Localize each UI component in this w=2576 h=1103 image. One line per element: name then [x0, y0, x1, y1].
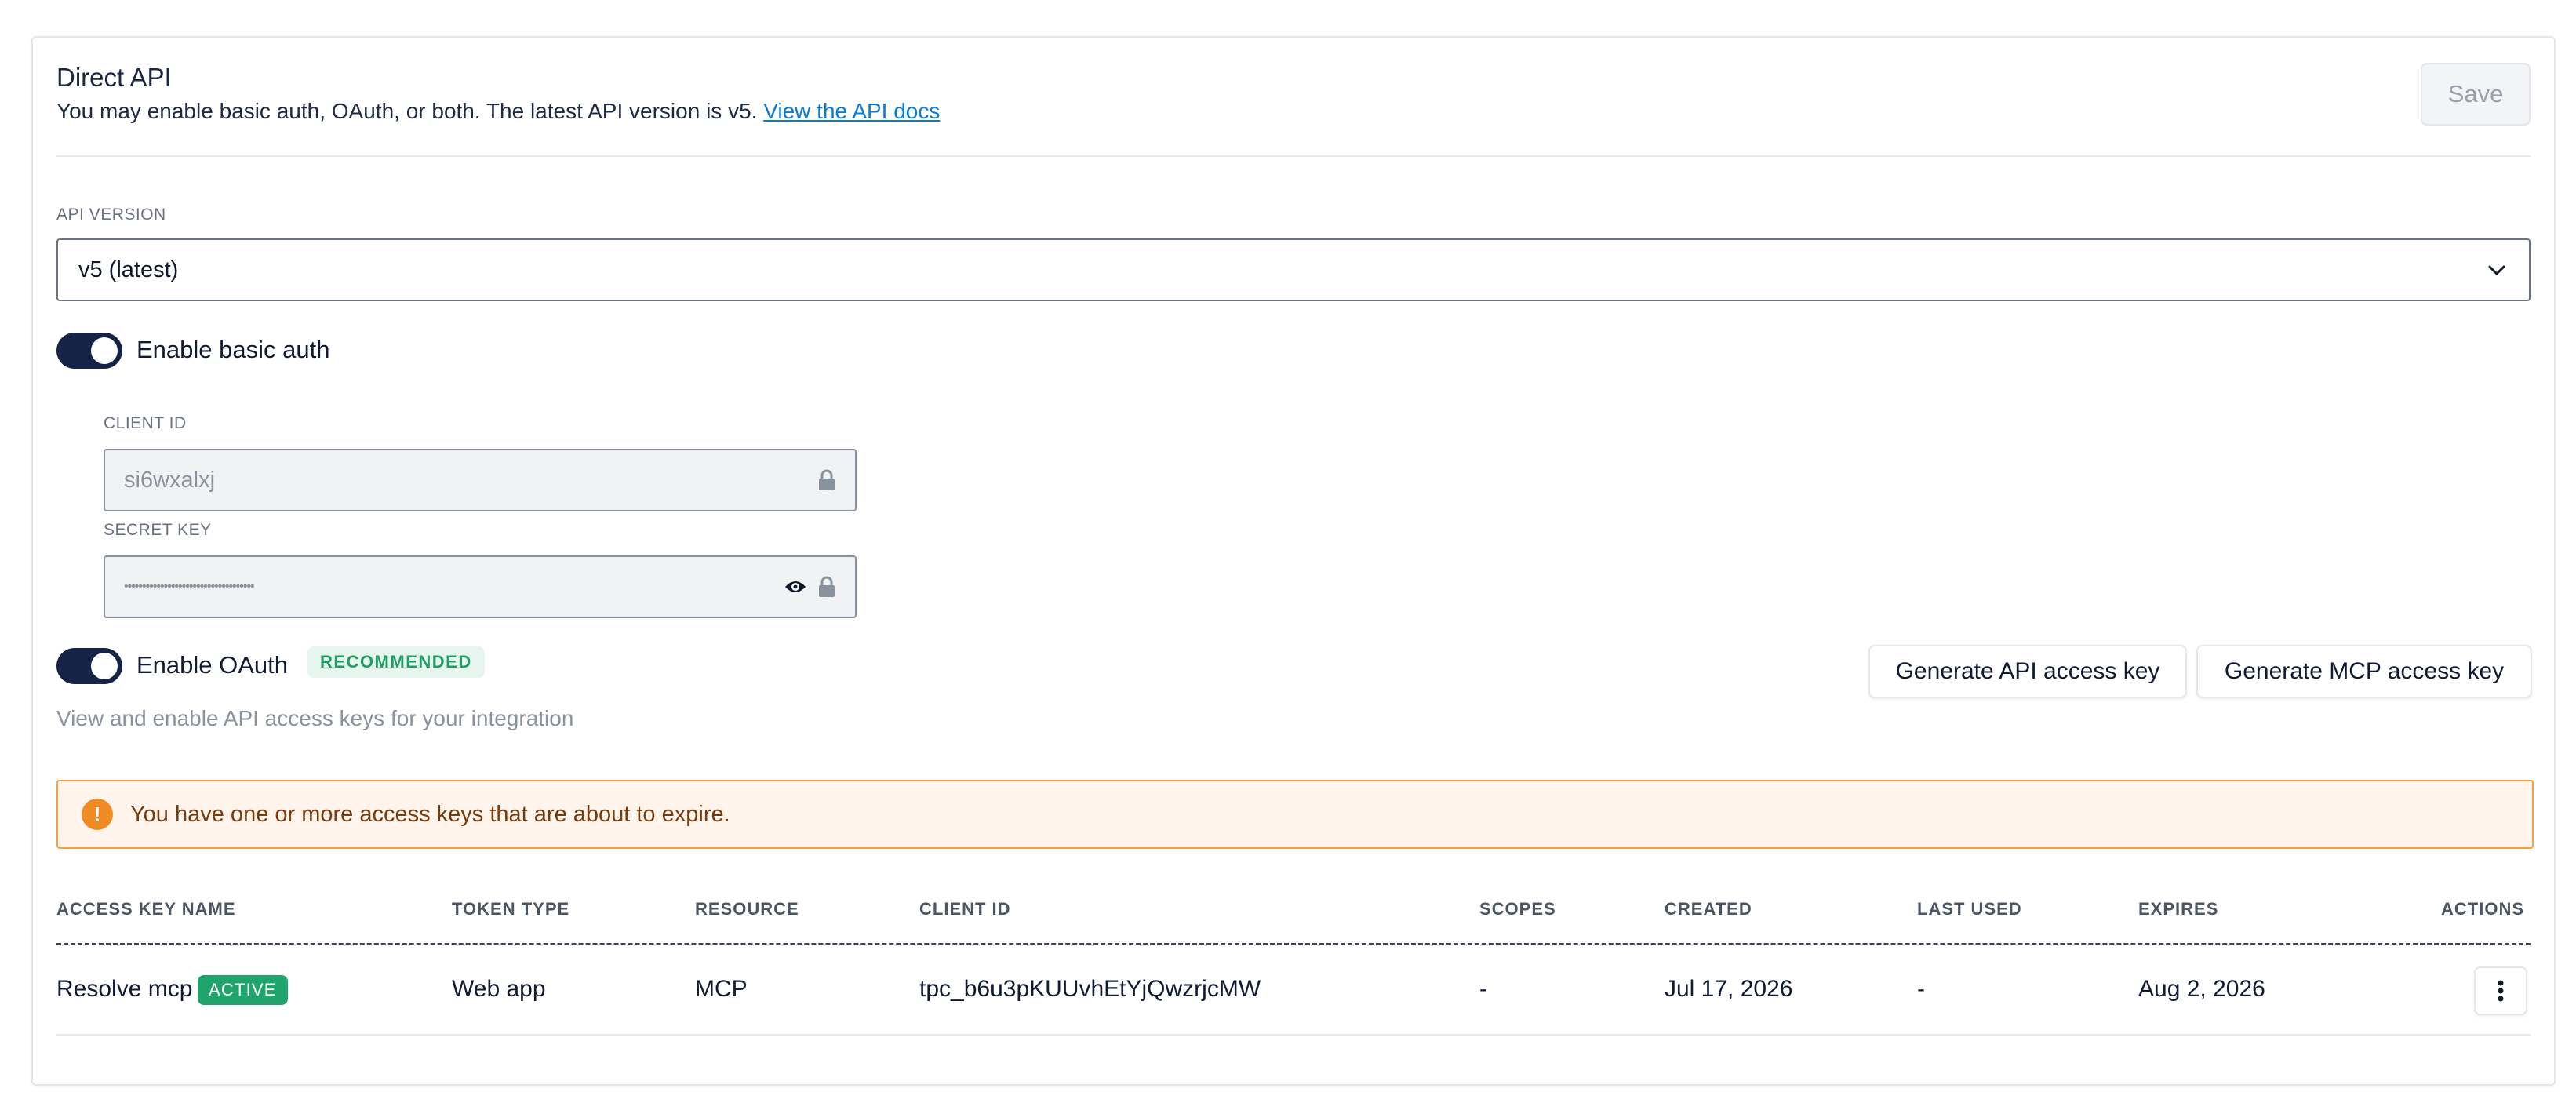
save-button[interactable]: Save: [2421, 63, 2531, 126]
api-version-label: API VERSION: [56, 206, 166, 224]
section-title: Direct API: [56, 63, 172, 92]
cell-resource: MCP: [695, 976, 748, 1002]
secret-key-label: SECRET KEY: [104, 521, 212, 539]
section-subtitle: You may enable basic auth, OAuth, or bot…: [56, 99, 940, 124]
col-header-actions: ACTIONS: [2441, 899, 2524, 919]
table-header-divider: [56, 943, 2531, 945]
secret-key-value: ••••••••••••••••••••••••••••••••••••: [124, 580, 255, 593]
status-badge: ACTIVE: [198, 975, 288, 1005]
subtitle-text: You may enable basic auth, OAuth, or bot…: [56, 99, 758, 123]
lock-icon: [817, 469, 836, 491]
oauth-toggle[interactable]: [56, 648, 122, 684]
eye-icon[interactable]: [784, 579, 806, 595]
col-header-created: CREATED: [1665, 899, 1752, 919]
basic-auth-label: Enable basic auth: [136, 336, 330, 363]
client-id-field: si6wxalxj: [104, 449, 857, 511]
api-version-value: v5 (latest): [78, 257, 179, 282]
api-version-select[interactable]: v5 (latest): [56, 238, 2531, 301]
toggle-knob: [91, 653, 118, 679]
client-id-value: si6wxalxj: [124, 467, 216, 493]
col-header-expires: EXPIRES: [2138, 899, 2219, 919]
oauth-helper-text: View and enable API access keys for your…: [56, 706, 574, 730]
basic-auth-toggle[interactable]: [56, 333, 122, 369]
generate-api-key-button[interactable]: Generate API access key: [1868, 645, 2187, 698]
cell-client-id: tpc_b6u3pKUUvhEtYjQwzrjcMW: [919, 976, 1261, 1002]
col-header-client-id: CLIENT ID: [919, 899, 1011, 919]
more-vertical-icon: [2498, 980, 2504, 1002]
row-actions-button[interactable]: [2474, 966, 2527, 1015]
oauth-label: Enable OAuth: [136, 651, 289, 679]
col-header-name: ACCESS KEY NAME: [56, 899, 236, 919]
generate-mcp-key-button[interactable]: Generate MCP access key: [2196, 645, 2532, 698]
warning-icon: !: [82, 799, 113, 830]
cell-last-used: -: [1917, 976, 1925, 1002]
secret-key-field: ••••••••••••••••••••••••••••••••••••: [104, 555, 857, 618]
col-header-last-used: LAST USED: [1917, 899, 2022, 919]
lock-icon: [817, 576, 836, 598]
col-header-resource: RESOURCE: [695, 899, 799, 919]
api-docs-link[interactable]: View the API docs: [763, 99, 940, 123]
col-header-scopes: SCOPES: [1479, 899, 1556, 919]
expiry-warning-alert: ! You have one or more access keys that …: [56, 780, 2534, 849]
alert-message: You have one or more access keys that ar…: [130, 801, 730, 827]
cell-token-type: Web app: [452, 976, 546, 1002]
recommended-badge: RECOMMENDED: [307, 646, 485, 678]
cell-key-name: Resolve mcp: [56, 976, 193, 1002]
chevron-down-icon: [2488, 265, 2505, 275]
cell-created: Jul 17, 2026: [1665, 976, 1793, 1002]
table-row-divider: [56, 1034, 2531, 1036]
cell-expires: Aug 2, 2026: [2138, 976, 2265, 1002]
header-divider: [56, 155, 2531, 157]
col-header-token-type: TOKEN TYPE: [452, 899, 570, 919]
client-id-label: CLIENT ID: [104, 414, 187, 432]
toggle-knob: [91, 337, 118, 364]
cell-scopes: -: [1479, 976, 1487, 1002]
